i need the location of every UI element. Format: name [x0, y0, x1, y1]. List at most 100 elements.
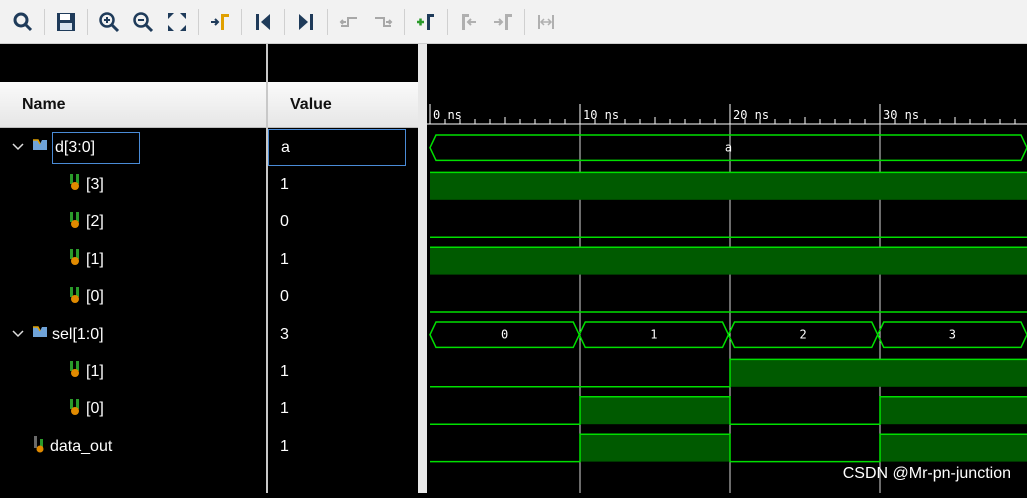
add-marker-button[interactable]	[409, 5, 443, 39]
toolbar-separator	[524, 8, 525, 35]
signal-row-2[interactable]: [2]	[0, 204, 104, 241]
previous-transition-icon	[339, 16, 357, 27]
d1-high-fill	[880, 247, 1027, 275]
signal-row-4[interactable]: [0]	[0, 279, 104, 316]
go-to-start-icon	[256, 13, 270, 30]
data-out-high-fill	[580, 434, 730, 462]
toolbar-separator	[447, 8, 448, 35]
bit-signal-icon	[68, 398, 82, 421]
signal-values-pane: Value a 1 0 1 0 3 1 1 1	[268, 44, 418, 493]
swap-cursors-icon	[538, 14, 554, 29]
signal-value-2: 0	[280, 213, 289, 231]
output-signal-icon	[32, 435, 46, 458]
signal-name: [1]	[86, 362, 104, 380]
toolbar-separator	[327, 8, 328, 35]
sel0-high-fill	[880, 396, 1027, 425]
d3-high-fill	[580, 172, 730, 200]
bus-icon	[32, 138, 48, 157]
signal-value-8: 1	[280, 437, 289, 455]
go-to-cursor-icon	[211, 13, 229, 30]
sel-bus-value-label: 0	[501, 328, 508, 342]
next-transition-icon	[375, 16, 393, 27]
waveform-toolbar	[0, 0, 1027, 44]
bit-signal-icon	[70, 211, 79, 228]
go-to-start-button[interactable]	[246, 5, 280, 39]
signal-row-1[interactable]: [3]	[0, 166, 104, 203]
toolbar-separator	[241, 8, 242, 35]
next-marker-button[interactable]	[486, 5, 520, 39]
sel1-high-fill	[880, 359, 1027, 387]
output-signal-icon	[34, 436, 44, 453]
go-to-end-icon	[299, 13, 313, 30]
signal-row-5[interactable]: sel[1:0]	[0, 316, 104, 353]
ruler-label: 30 ns	[883, 108, 919, 122]
search-button[interactable]	[6, 5, 40, 39]
toolbar-separator	[198, 8, 199, 35]
d3-high-fill	[430, 172, 580, 200]
bit-signal-icon	[68, 211, 82, 234]
zoom-fit-button[interactable]	[160, 5, 194, 39]
zoom-in-button[interactable]	[92, 5, 126, 39]
search-icon	[13, 12, 33, 31]
d-bus-value-label: a	[725, 141, 732, 155]
signal-value-7: 1	[280, 400, 289, 418]
bus-icon	[33, 326, 47, 337]
bit-signal-icon	[68, 286, 82, 309]
sel-bus-value-label: 1	[650, 328, 657, 342]
signal-row-3[interactable]: [1]	[0, 241, 104, 278]
name-column-header[interactable]: Name	[0, 82, 266, 128]
ruler-label: 20 ns	[733, 108, 769, 122]
signal-name: data_out	[50, 437, 113, 455]
pane-splitter[interactable]	[418, 44, 427, 493]
waveform-pane[interactable]: 0 ns 10 ns 20 ns 30 ns a 0 1 2 3	[427, 44, 1027, 493]
bus-icon	[33, 139, 47, 150]
signal-row-7[interactable]: [0]	[0, 391, 104, 428]
signal-value-5: 3	[280, 325, 289, 343]
data-out-high-fill	[880, 434, 1027, 462]
bit-signal-icon	[70, 174, 79, 191]
bit-signal-icon	[70, 249, 79, 266]
signal-value-1: 1	[280, 175, 289, 193]
swap-cursors-button[interactable]	[529, 5, 563, 39]
zoom-out-button[interactable]	[126, 5, 160, 39]
sel0-high-fill	[580, 396, 730, 425]
bit-signal-icon	[68, 248, 82, 271]
go-to-end-button[interactable]	[289, 5, 323, 39]
previous-marker-button[interactable]	[452, 5, 486, 39]
previous-transition-button[interactable]	[332, 5, 366, 39]
bit-signal-icon	[70, 286, 79, 303]
value-column-header[interactable]: Value	[268, 82, 418, 128]
waveform-canvas[interactable]: 0 ns 10 ns 20 ns 30 ns a 0 1 2 3	[427, 44, 1027, 493]
next-marker-icon	[494, 13, 512, 30]
next-transition-button[interactable]	[366, 5, 400, 39]
signal-name: sel[1:0]	[52, 325, 104, 343]
d1-high-fill	[580, 247, 730, 275]
signal-name: [3]	[86, 175, 104, 193]
sel-bus-value-label: 3	[949, 328, 956, 342]
expand-chevron-icon[interactable]	[12, 326, 26, 344]
d1-high-fill	[730, 247, 880, 275]
toolbar-separator	[404, 8, 405, 35]
toolbar-separator	[284, 8, 285, 35]
signal-value-0: a	[268, 129, 406, 166]
expand-chevron-icon[interactable]	[12, 139, 26, 157]
previous-marker-icon	[462, 13, 476, 30]
watermark: CSDN @Mr-pn-junction	[842, 465, 1011, 482]
signal-row-0[interactable]: d[3:0]	[0, 129, 141, 166]
zoom-out-icon	[133, 11, 154, 32]
toolbar-separator	[44, 8, 45, 35]
signal-name: [1]	[86, 250, 104, 268]
save-icon	[57, 12, 75, 31]
signal-name: [2]	[86, 213, 104, 231]
signal-name: [0]	[86, 288, 104, 306]
ruler-label: 10 ns	[583, 108, 619, 122]
signal-value-3: 1	[280, 250, 289, 268]
zoom-in-icon	[99, 11, 120, 32]
save-button[interactable]	[49, 5, 83, 39]
go-to-cursor-button[interactable]	[203, 5, 237, 39]
sel-bus-value-label: 2	[800, 328, 807, 342]
signal-row-8[interactable]: data_out	[0, 428, 112, 465]
bit-signal-icon	[68, 173, 82, 196]
signal-row-6[interactable]: [1]	[0, 353, 104, 390]
signal-value-4: 0	[280, 288, 289, 306]
